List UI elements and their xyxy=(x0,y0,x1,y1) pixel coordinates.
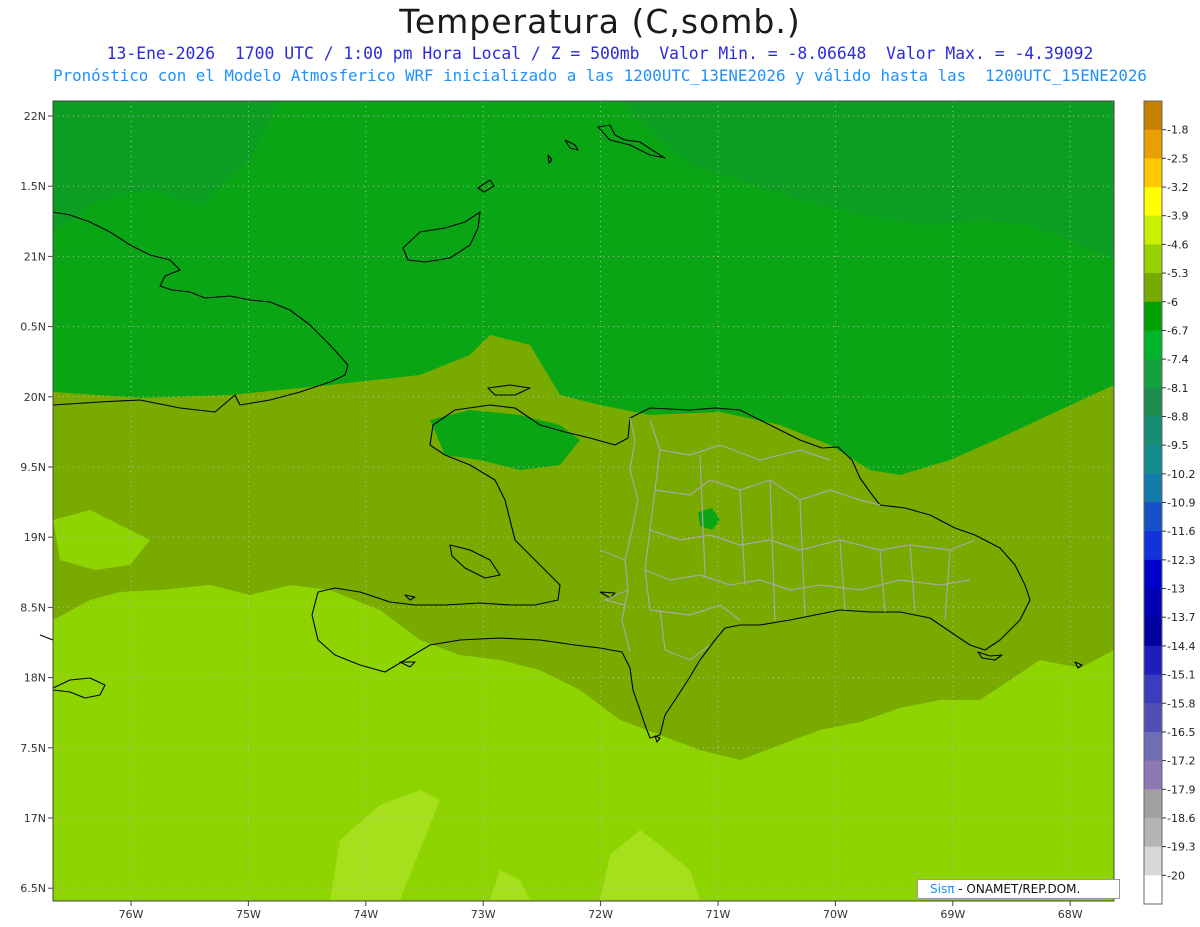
temperature-map: 22N 1.5N 21N 0.5N 20N 9.5N 19N 8.5N 18N 7.5N 17N 6.… xyxy=(20,100,1195,921)
lon-label: 76W xyxy=(119,908,144,921)
colorbar-swatch xyxy=(1144,789,1162,819)
colorbar-label: -19.3 xyxy=(1167,841,1195,854)
colorbar-label: -10.9 xyxy=(1167,497,1195,510)
lat-label: 6.5N xyxy=(20,882,46,895)
colorbar-label: -15.8 xyxy=(1167,697,1195,710)
colorbar-swatch xyxy=(1144,531,1162,561)
lat-label: 1.5N xyxy=(20,180,46,193)
colorbar-swatch xyxy=(1144,215,1162,245)
temperature-field xyxy=(53,101,1114,901)
colorbar-swatch xyxy=(1144,617,1162,647)
colorbar-label: -1.8 xyxy=(1167,124,1188,137)
lat-label: 18N xyxy=(24,672,46,685)
lon-label: 70W xyxy=(823,908,848,921)
colorbar-swatch xyxy=(1144,101,1162,131)
colorbar-swatch xyxy=(1144,301,1162,331)
colorbar-swatch xyxy=(1144,559,1162,590)
colorbar-label: -6.7 xyxy=(1167,324,1188,337)
credit-text: - ONAMET/REP.DOM. xyxy=(954,882,1081,896)
colorbar-swatch xyxy=(1144,273,1162,303)
colorbar-label: -15.1 xyxy=(1167,669,1195,682)
colorbar-swatch xyxy=(1144,244,1162,274)
colorbar-label: -16.5 xyxy=(1167,726,1195,739)
lon-label: 72W xyxy=(588,908,613,921)
lat-label: 22N xyxy=(24,110,46,123)
colorbar-label: -2.5 xyxy=(1167,152,1188,165)
colorbar-label: -7.4 xyxy=(1167,353,1188,366)
colorbar-label: -17.9 xyxy=(1167,783,1195,796)
colorbar-label: -14.4 xyxy=(1167,640,1195,653)
colorbar-label: -9.5 xyxy=(1167,439,1188,452)
lat-label: 21N xyxy=(24,250,46,263)
lon-label: 69W xyxy=(940,908,965,921)
colorbar-swatch xyxy=(1144,502,1162,532)
colorbar-label: -4.6 xyxy=(1167,238,1188,251)
colorbar-label: -13 xyxy=(1167,583,1185,596)
colorbar-swatch xyxy=(1144,703,1162,733)
credit-box: Sisπ - ONAMET/REP.DOM. xyxy=(917,879,1120,899)
colorbar-swatch xyxy=(1144,817,1162,848)
colorbar-swatch xyxy=(1144,158,1162,188)
sispi-logo-text: Sisπ xyxy=(930,882,955,896)
colorbar-swatch xyxy=(1144,129,1162,159)
colorbar-swatch xyxy=(1144,731,1162,762)
colorbar-label: -12.3 xyxy=(1167,554,1195,567)
lat-label: 7.5N xyxy=(20,742,46,755)
jamaica-north-coast xyxy=(39,634,54,641)
colorbar-label: -18.6 xyxy=(1167,812,1195,825)
colorbar-label: -3.9 xyxy=(1167,210,1188,223)
colorbar-label: -10.2 xyxy=(1167,468,1195,481)
colorbar-swatch xyxy=(1144,359,1162,389)
colorbar-label: -17.2 xyxy=(1167,755,1195,768)
colorbar-swatch xyxy=(1144,588,1162,618)
colorbar-label: -8.1 xyxy=(1167,382,1188,395)
lat-label: 9.5N xyxy=(20,461,46,474)
lon-label: 68W xyxy=(1058,908,1083,921)
colorbar-label: -11.6 xyxy=(1167,525,1195,538)
colorbar-label: -8.8 xyxy=(1167,410,1188,423)
colorbar-swatch xyxy=(1144,416,1162,446)
lat-label: 17N xyxy=(24,812,46,825)
colorbar-swatch xyxy=(1144,187,1162,217)
colorbar-label: -20 xyxy=(1167,869,1185,882)
colorbar-swatch xyxy=(1144,645,1162,676)
latitude-labels: 22N 1.5N 21N 0.5N 20N 9.5N 19N 8.5N 18N 7.5N 17N 6.… xyxy=(20,110,53,895)
lon-label: 71W xyxy=(706,908,731,921)
colorbar-swatch xyxy=(1144,387,1162,417)
lat-label: 8.5N xyxy=(20,601,46,614)
colorbar-swatch xyxy=(1144,330,1162,360)
longitude-labels: 76W 75W 74W 73W 72W 71W 70W 69W 68W xyxy=(119,901,1083,921)
lon-label: 75W xyxy=(236,908,261,921)
colorbar-label: -5.3 xyxy=(1167,267,1188,280)
colorbar-label: -3.2 xyxy=(1167,181,1188,194)
colorbar-swatch xyxy=(1144,674,1162,704)
colorbar-swatch xyxy=(1144,445,1162,475)
lat-label: 0.5N xyxy=(20,321,46,334)
colorbar: -1.8 -2.5 -3.2 -3.9 -4.6 -5.3 -6 -6.7 -7.4 -8.1 -8… xyxy=(1143,100,1195,905)
lon-label: 73W xyxy=(471,908,496,921)
lat-label: 19N xyxy=(24,531,46,544)
colorbar-label: -6 xyxy=(1167,296,1178,309)
colorbar-label: -13.7 xyxy=(1167,611,1195,624)
lat-label: 20N xyxy=(24,391,46,404)
colorbar-swatch xyxy=(1144,846,1162,876)
colorbar-swatch xyxy=(1144,760,1162,790)
colorbar-swatch xyxy=(1144,473,1162,503)
colorbar-swatch xyxy=(1144,875,1162,905)
lon-label: 74W xyxy=(353,908,378,921)
